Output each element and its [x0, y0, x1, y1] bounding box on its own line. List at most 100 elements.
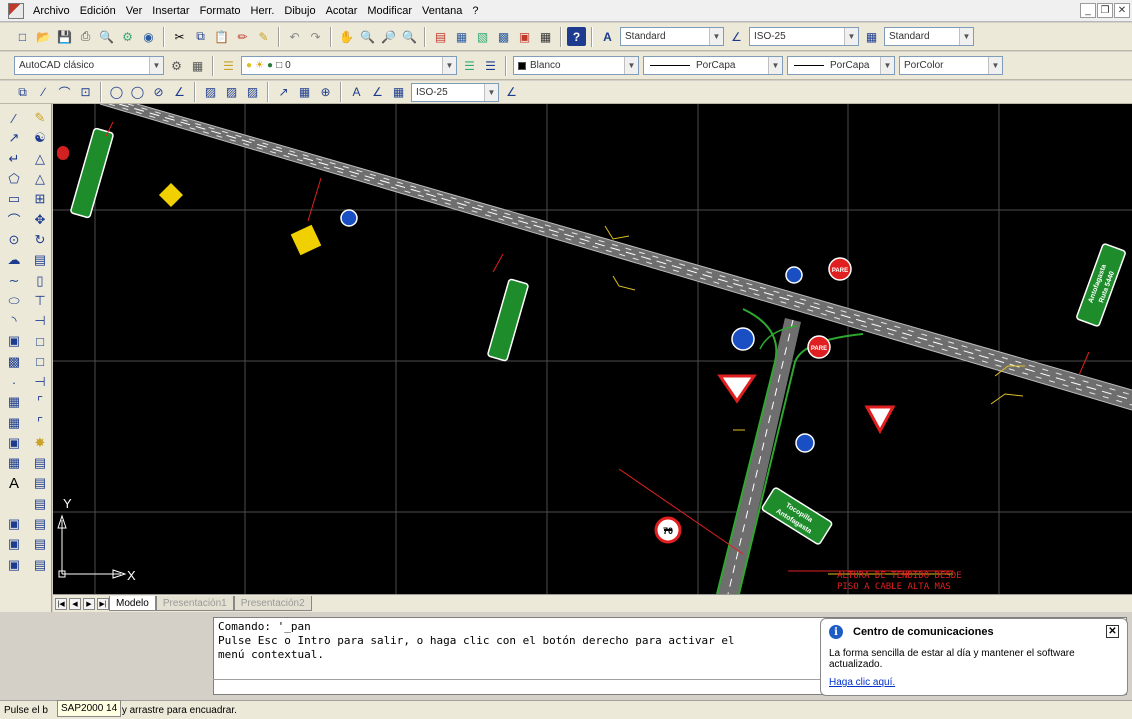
dim-style-select-2[interactable]: ISO-25 ▼ — [411, 82, 499, 102]
balloon-link[interactable]: Haga clic aquí. — [829, 677, 1119, 688]
trim-icon[interactable]: ⊤ — [28, 291, 52, 311]
mtext-icon[interactable]: A — [2, 473, 26, 493]
view-tool-icon-2[interactable]: ▤ — [28, 514, 52, 534]
prev-tab-icon[interactable]: ◀ — [69, 597, 81, 610]
plotstyle-select[interactable]: PorColor ▼ — [899, 56, 1003, 75]
help-icon[interactable]: ? — [567, 27, 586, 46]
menu-help[interactable]: ? — [467, 5, 483, 17]
menu-acotar[interactable]: Acotar — [321, 5, 363, 17]
dim-text-edit-icon[interactable]: ∠ — [368, 83, 387, 102]
extend-icon[interactable]: ⊣ — [28, 311, 52, 331]
linetype-select[interactable]: PorCapa ▼ — [643, 56, 783, 75]
markup-icon[interactable]: ▣ — [515, 27, 534, 46]
copy-object-icon[interactable]: ☯ — [28, 128, 52, 148]
revcloud-icon[interactable]: ☁ — [2, 250, 26, 270]
mirror-icon[interactable]: △ — [28, 149, 52, 169]
break-icon[interactable]: □ — [28, 331, 52, 351]
drawing-area[interactable]: Y X ALTURA DE TENDIDO DESDE PISO A CABLE… — [53, 104, 1132, 594]
quick-leader-icon[interactable]: ↗ — [274, 83, 293, 102]
gradient-icon[interactable]: ▦ — [2, 412, 26, 432]
first-tab-icon[interactable]: |◀ — [55, 597, 67, 610]
point-icon[interactable]: · — [2, 372, 26, 392]
menu-edicion[interactable]: Edición — [75, 5, 121, 17]
close-icon[interactable]: ✕ — [1114, 3, 1130, 18]
arc-length-icon[interactable]: ⌒ — [55, 83, 74, 102]
layer-previous-icon[interactable]: ☰ — [481, 56, 500, 75]
continue-dim-icon[interactable]: ▨ — [243, 83, 262, 102]
stretch-icon[interactable]: ▯ — [28, 270, 52, 290]
last-tab-icon[interactable]: ▶| — [97, 597, 109, 610]
paste-icon[interactable]: 📋 — [212, 27, 231, 46]
layer-tool-icon-3[interactable]: ▤ — [28, 494, 52, 514]
radius-dim-icon[interactable]: ◯ — [107, 83, 126, 102]
view-tool-icon-5[interactable]: ▣ — [2, 555, 26, 575]
ordinate-dim-icon[interactable]: ⊡ — [76, 83, 95, 102]
next-tab-icon[interactable]: ▶ — [83, 597, 95, 610]
sheet-set-icon[interactable]: ▩ — [494, 27, 513, 46]
explode-icon[interactable]: ✸ — [28, 433, 52, 453]
tab-modelo[interactable]: Modelo — [109, 596, 156, 611]
menu-herr[interactable]: Herr. — [246, 5, 280, 17]
make-block-icon[interactable]: ▩ — [2, 352, 26, 372]
pan-icon[interactable]: ✋ — [337, 27, 356, 46]
offset-icon[interactable]: △ — [28, 169, 52, 189]
zoom-realtime-icon[interactable]: 🔍 — [358, 27, 377, 46]
center-mark-icon[interactable]: ⊕ — [316, 83, 335, 102]
line-icon[interactable]: ∕ — [2, 108, 26, 128]
tab-presentacion1[interactable]: Presentación1 — [155, 596, 234, 611]
arc-icon[interactable]: ⌒ — [2, 209, 26, 229]
dim-linear-side-icon[interactable]: ▤ — [28, 453, 52, 473]
workspace-settings-icon[interactable]: ⚙ — [167, 56, 186, 75]
polygon-icon[interactable]: ⬠ — [2, 169, 26, 189]
minimize-icon[interactable]: _ — [1080, 3, 1096, 18]
lineweight-select[interactable]: PorCapa ▼ — [787, 56, 895, 75]
zoom-window-icon[interactable]: 🔎 — [379, 27, 398, 46]
copy-icon[interactable]: ⧉ — [191, 27, 210, 46]
layer-tool-icon[interactable]: ▤ — [28, 473, 52, 493]
construction-line-icon[interactable]: ↗ — [2, 128, 26, 148]
plot-icon[interactable]: ⎙ — [76, 27, 95, 46]
chamfer-icon[interactable]: ⊣ — [28, 372, 52, 392]
view-tool-icon-4[interactable]: ▤ — [28, 534, 52, 554]
view-tool-icon-6[interactable]: ▤ — [28, 555, 52, 575]
view-tool-icon[interactable]: ▣ — [2, 514, 26, 534]
menu-insertar[interactable]: Insertar — [147, 5, 194, 17]
menu-ver[interactable]: Ver — [121, 5, 148, 17]
quick-dim-icon[interactable]: ▨ — [201, 83, 220, 102]
quickcalc-icon[interactable]: ▦ — [536, 27, 555, 46]
fillet-icon-2[interactable]: ⌜ — [28, 412, 52, 432]
ellipse-arc-icon[interactable]: ◝ — [2, 311, 26, 331]
table-icon[interactable]: ▦ — [2, 453, 26, 473]
layer-manager-icon[interactable]: ☰ — [219, 56, 238, 75]
text-style-select[interactable]: Standard ▼ — [620, 27, 724, 46]
undo-icon[interactable]: ↶ — [285, 27, 304, 46]
menu-ventana[interactable]: Ventana — [417, 5, 467, 17]
tab-presentacion2[interactable]: Presentación2 — [233, 596, 312, 611]
tool-palettes-icon[interactable]: ▧ — [473, 27, 492, 46]
dim-edit-icon[interactable]: A — [347, 83, 366, 102]
jogged-dim-icon[interactable]: ◯ — [128, 83, 147, 102]
block-editor-icon[interactable]: ✎ — [254, 27, 273, 46]
zoom-previous-icon[interactable]: 🔍 — [400, 27, 419, 46]
rectangle-icon[interactable]: ▭ — [2, 189, 26, 209]
array-icon[interactable]: ⊞ — [28, 189, 52, 209]
layer-select[interactable]: ● ☀ ● □ 0 ▼ — [241, 56, 457, 75]
table-style-select[interactable]: Standard ▼ — [884, 27, 974, 46]
color-select[interactable]: Blanco ▼ — [513, 56, 639, 75]
join-icon[interactable]: □ — [28, 352, 52, 372]
save-icon[interactable]: 💾 — [55, 27, 74, 46]
linear-dim-icon[interactable]: ⧉ — [13, 83, 32, 102]
publish-icon[interactable]: ⚙ — [118, 27, 137, 46]
dim-style-select[interactable]: ISO-25 ▼ — [749, 27, 859, 46]
properties-icon[interactable]: ▤ — [431, 27, 450, 46]
preview-icon[interactable]: 🔍 — [97, 27, 116, 46]
autocad-app-icon[interactable] — [8, 2, 24, 19]
redo-icon[interactable]: ↷ — [306, 27, 325, 46]
tolerance-icon[interactable]: ▦ — [295, 83, 314, 102]
hatch-icon[interactable]: ▦ — [2, 392, 26, 412]
baseline-dim-icon[interactable]: ▨ — [222, 83, 241, 102]
3d-icon[interactable]: ◉ — [139, 27, 158, 46]
rotate-icon[interactable]: ↻ — [28, 230, 52, 250]
make-current-layer-icon[interactable]: ☰ — [460, 56, 479, 75]
scale-icon[interactable]: ▤ — [28, 250, 52, 270]
